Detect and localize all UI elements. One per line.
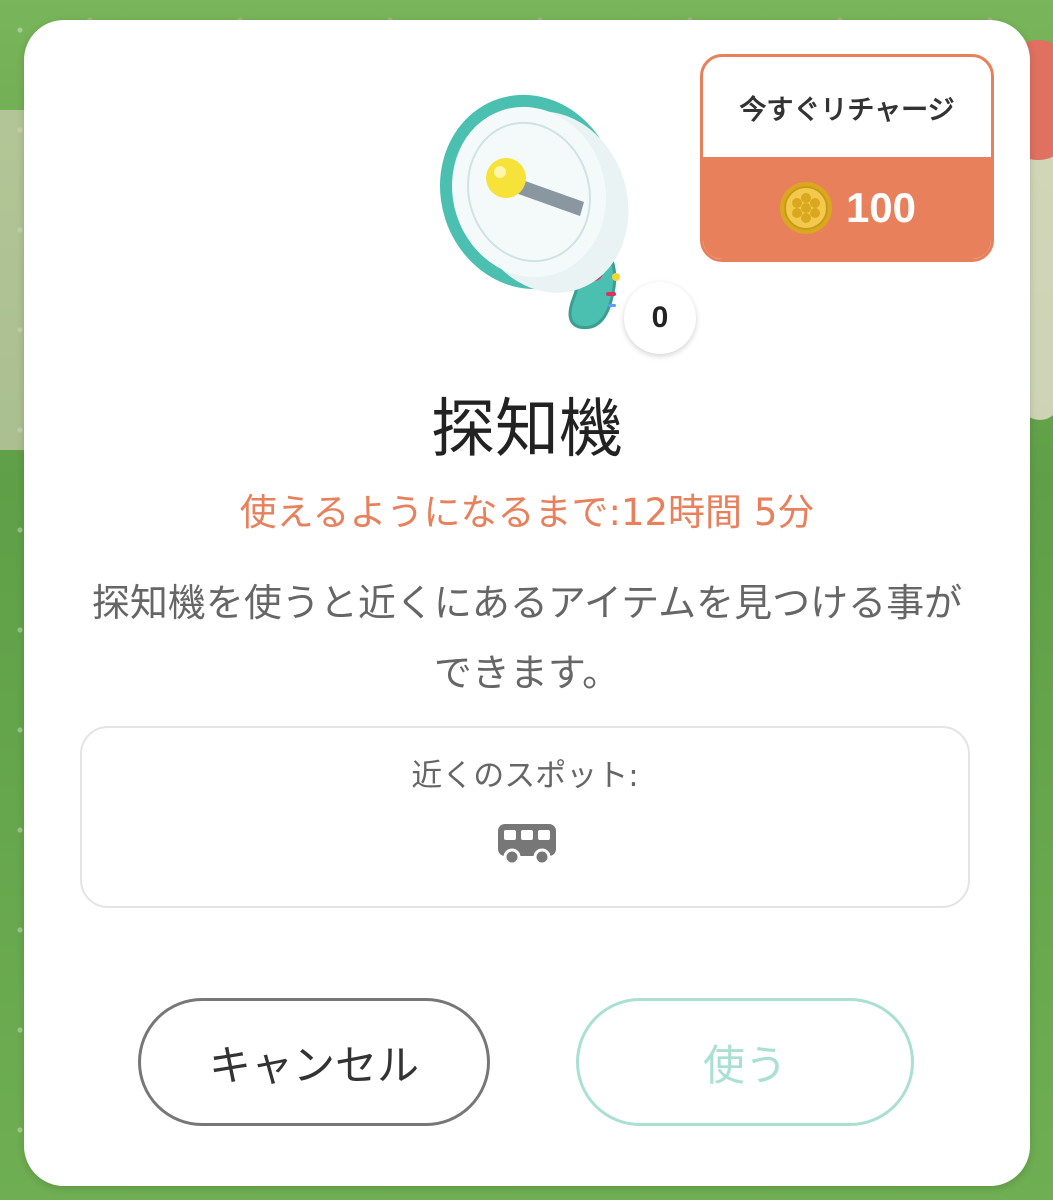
recharge-label: 今すぐリチャージ xyxy=(739,94,955,126)
nearby-spots-label: 近くのスポット: xyxy=(411,758,639,794)
cooldown-timer: 使えるようになるまで:12時間 5分 xyxy=(239,491,815,534)
item-description: 探知機を使うと近くにあるアイテムを見つける事ができます。 xyxy=(91,581,963,695)
coin-icon xyxy=(779,182,832,234)
nearby-spots-panel: 近くのスポット: xyxy=(80,726,970,908)
bus-icon xyxy=(498,824,556,866)
item-title: 探知機 xyxy=(431,393,623,467)
recharge-cost: 100 xyxy=(703,157,991,259)
use-button[interactable]: 使う xyxy=(576,998,914,1126)
cancel-button[interactable]: キャンセル xyxy=(138,998,490,1126)
detector-icon xyxy=(439,94,629,330)
recharge-cost-value: 100 xyxy=(845,184,917,231)
item-dialog: 0 今すぐリチャージ 100 探知機 使えるようになるまで:12時間 5分 探知… xyxy=(24,20,1030,1186)
item-count-badge: 0 xyxy=(624,282,696,354)
recharge-now-button[interactable]: 今すぐリチャージ 100 xyxy=(700,54,994,262)
